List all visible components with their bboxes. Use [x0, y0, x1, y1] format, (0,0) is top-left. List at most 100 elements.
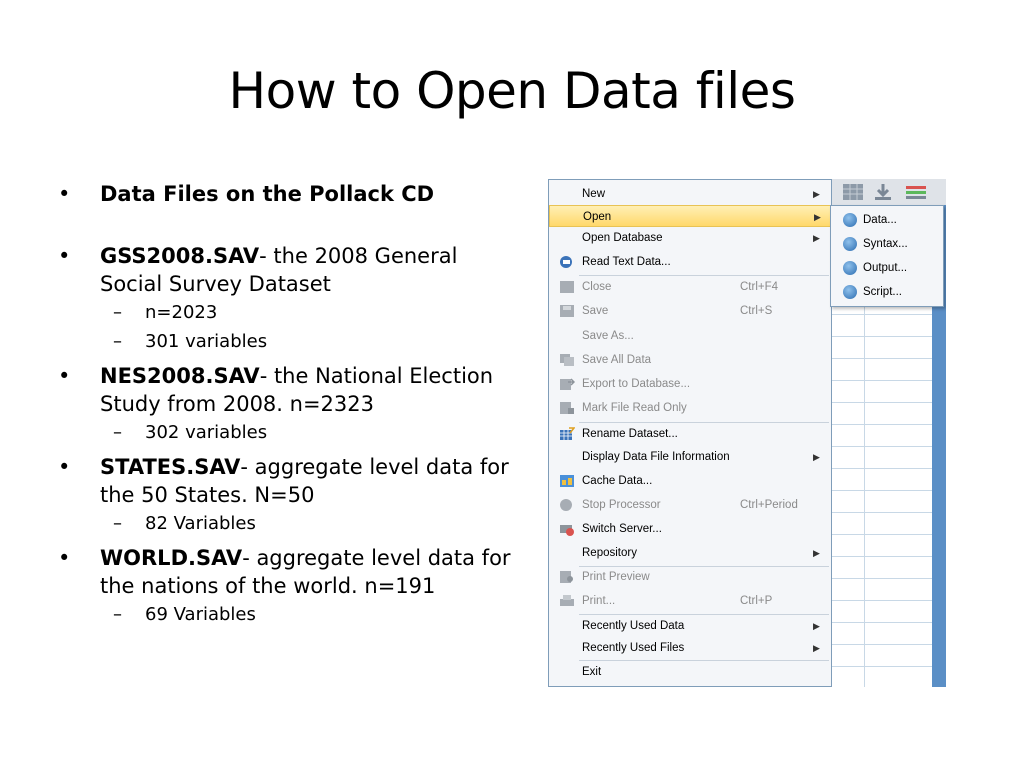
- menu-item-print-preview[interactable]: Print Preview: [549, 566, 831, 588]
- menu-item-label: Open: [583, 211, 612, 223]
- menu-item-print[interactable]: Print... Ctrl+P: [549, 590, 831, 612]
- menu-item-save-all-data[interactable]: Save All Data: [549, 349, 831, 371]
- menu-item-label: Recently Used Files: [582, 642, 685, 654]
- menu-item-label: Export to Database...: [582, 378, 691, 390]
- sub-text: n=2023: [145, 302, 218, 323]
- spss-screenshot: New ▶ Open ▶ Open Database ▶ Read Text Data…: [548, 179, 946, 687]
- bullet-bold: NES2008.SAV: [100, 364, 260, 388]
- sub-item: – 82 Variables: [58, 509, 518, 538]
- close-icon: [560, 281, 574, 293]
- bullet-bold: WORLD.SAV: [100, 546, 243, 570]
- menu-item-label: Close: [582, 281, 612, 293]
- menu-item-recently-used-data[interactable]: Recently Used Data ▶: [549, 615, 831, 637]
- menu-item-label: Repository: [582, 547, 637, 559]
- menu-item-label: Cache Data...: [582, 475, 653, 487]
- menu-item-label: Save: [582, 305, 609, 317]
- sub-text: 69 Variables: [145, 604, 256, 625]
- menu-shortcut: Ctrl+Period: [740, 499, 798, 511]
- toolbar: [830, 179, 946, 205]
- menu-item-export-to-database[interactable]: Export to Database...: [549, 373, 831, 395]
- menu-item-save-as[interactable]: Save As...: [549, 325, 831, 347]
- menu-item-label: Recently Used Data: [582, 620, 685, 632]
- menu-item-save[interactable]: Save Ctrl+S: [549, 300, 831, 322]
- menu-item-repository[interactable]: Repository ▶: [549, 542, 831, 564]
- menu-item-rename-dataset[interactable]: Rename Dataset...: [549, 423, 831, 445]
- switch-server-icon: [560, 525, 574, 536]
- menu-item-label: Save As...: [582, 330, 634, 342]
- save-icon: [560, 305, 574, 317]
- rename-icon: [560, 427, 575, 440]
- menu-item-label: Open Database: [582, 232, 663, 244]
- open-submenu: Data... Syntax... Output... Script...: [830, 205, 944, 307]
- submenu-item-script[interactable]: Script...: [831, 280, 943, 304]
- menu-item-display-data-file-information[interactable]: Display Data File Information ▶: [549, 446, 831, 468]
- submenu-arrow-icon: ▶: [814, 212, 821, 222]
- menu-item-cache-data[interactable]: Cache Data...: [549, 470, 831, 492]
- table-icon[interactable]: [842, 183, 864, 201]
- menu-item-stop-processor[interactable]: Stop Processor Ctrl+Period: [549, 494, 831, 516]
- submenu-item-label: Script...: [863, 286, 902, 298]
- submenu-item-label: Output...: [863, 262, 908, 274]
- submenu-arrow-icon: ▶: [813, 548, 820, 558]
- sub-dash: –: [113, 302, 122, 323]
- bullet-dot: •: [58, 364, 71, 388]
- submenu-arrow-icon: ▶: [813, 643, 820, 653]
- bullet-bold: GSS2008.SAV: [100, 244, 260, 268]
- sub-item: – 301 variables: [58, 327, 518, 356]
- menu-item-label: Save All Data: [582, 354, 652, 366]
- download-icon[interactable]: [872, 183, 894, 201]
- menu-item-label: Stop Processor: [582, 499, 661, 511]
- sub-text: 302 variables: [145, 422, 268, 443]
- printer-icon: [560, 595, 574, 606]
- output-file-icon: [843, 261, 857, 275]
- chart-icon[interactable]: [904, 183, 926, 201]
- menu-item-label: Switch Server...: [582, 523, 662, 535]
- sub-text: 301 variables: [145, 331, 268, 352]
- bullet-item: • WORLD.SAV- aggregate level data for th…: [58, 544, 518, 600]
- menu-item-mark-file-read-only[interactable]: Mark File Read Only: [549, 397, 831, 419]
- cache-data-icon: [560, 475, 574, 487]
- bullet-dot: •: [58, 182, 71, 206]
- menu-shortcut: Ctrl+F4: [740, 281, 779, 293]
- data-file-icon: [843, 213, 857, 227]
- menu-item-label: Print Preview: [582, 571, 650, 583]
- menu-item-switch-server[interactable]: Switch Server...: [549, 518, 831, 540]
- sub-dash: –: [113, 331, 122, 352]
- menu-item-label: Mark File Read Only: [582, 402, 687, 414]
- stop-icon: [560, 499, 572, 511]
- menu-item-recently-used-files[interactable]: Recently Used Files ▶: [549, 637, 831, 659]
- menu-item-open[interactable]: Open ▶: [549, 205, 831, 227]
- menu-item-read-text-data[interactable]: Read Text Data...: [549, 251, 831, 273]
- submenu-arrow-icon: ▶: [813, 452, 820, 462]
- menu-item-label: Exit: [582, 666, 602, 678]
- bullet-list: • Data Files on the Pollack CD • GSS2008…: [58, 180, 518, 629]
- file-menu: New ▶ Open ▶ Open Database ▶ Read Text Data…: [548, 179, 832, 687]
- submenu-item-syntax[interactable]: Syntax...: [831, 232, 943, 256]
- bullet-item: • NES2008.SAV- the National Election Stu…: [58, 362, 518, 418]
- syntax-file-icon: [843, 237, 857, 251]
- menu-item-label: Read Text Data...: [582, 256, 671, 268]
- sub-item: – n=2023: [58, 298, 518, 327]
- submenu-item-label: Syntax...: [863, 238, 908, 250]
- menu-item-label: Print...: [582, 595, 616, 607]
- bullet-bold: Data Files on the Pollack CD: [100, 182, 435, 206]
- save-all-icon: [560, 354, 574, 366]
- menu-item-new[interactable]: New ▶: [549, 183, 831, 205]
- bullet-item: • STATES.SAV- aggregate level data for t…: [58, 453, 518, 509]
- menu-shortcut: Ctrl+P: [740, 595, 773, 607]
- menu-item-exit[interactable]: Exit: [549, 661, 831, 683]
- sub-dash: –: [113, 422, 122, 443]
- bullet-item: • Data Files on the Pollack CD: [58, 180, 518, 208]
- submenu-item-label: Data...: [863, 214, 897, 226]
- menu-item-close[interactable]: Close Ctrl+F4: [549, 276, 831, 298]
- menu-item-open-database[interactable]: Open Database ▶: [549, 227, 831, 249]
- bullet-dot: •: [58, 244, 71, 268]
- submenu-item-data[interactable]: Data...: [831, 208, 943, 232]
- submenu-item-output[interactable]: Output...: [831, 256, 943, 280]
- bullet-bold: STATES.SAV: [100, 455, 241, 479]
- submenu-arrow-icon: ▶: [813, 621, 820, 631]
- read-text-icon: [560, 256, 572, 268]
- sub-item: – 302 variables: [58, 418, 518, 447]
- script-file-icon: [843, 285, 857, 299]
- sub-dash: –: [113, 604, 122, 625]
